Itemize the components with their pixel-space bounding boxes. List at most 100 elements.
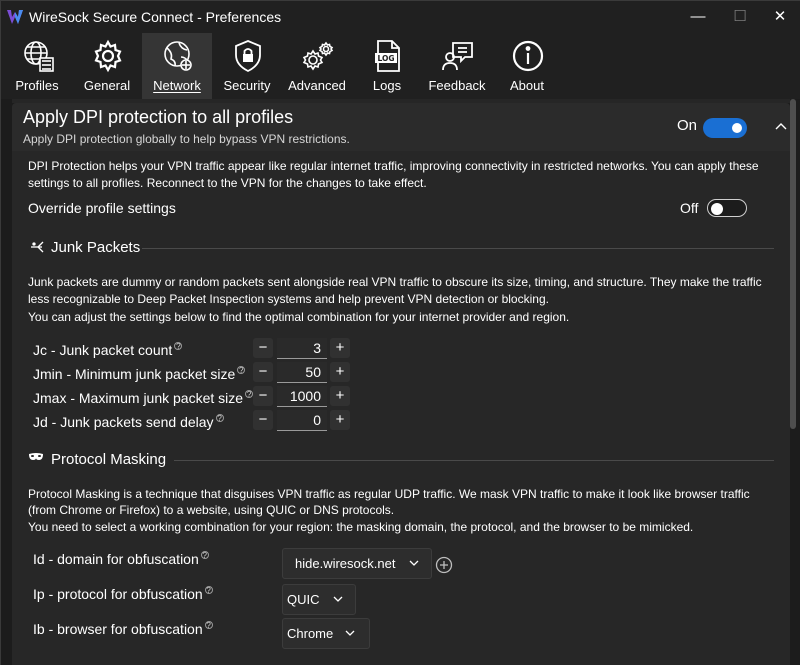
masking-description-line3: You need to select a working combination… xyxy=(28,520,694,534)
tab-advanced[interactable]: Advanced xyxy=(282,33,352,99)
domain-dropdown[interactable]: hide.wiresock.net xyxy=(282,548,432,579)
ip-label: Ip - protocol for obfuscation? xyxy=(33,586,213,602)
gears-icon xyxy=(302,41,334,71)
jmax-increment-button[interactable]: + xyxy=(330,386,350,406)
tab-network[interactable]: Network xyxy=(142,33,212,99)
override-profile-label: Override profile settings xyxy=(28,200,176,216)
junk-packets-heading: Junk Packets xyxy=(51,239,141,256)
tab-security-label: Security xyxy=(223,78,271,93)
junk-packets-divider xyxy=(142,248,774,249)
tab-about[interactable]: About xyxy=(492,33,562,99)
jd-label: Jd - Junk packets send delay? xyxy=(33,414,224,430)
gear-icon xyxy=(94,39,122,73)
feedback-icon xyxy=(442,42,473,71)
junk-description-line1: Junk packets are dummy or random packets… xyxy=(28,275,762,289)
id-label-text: Id - domain for obfuscation xyxy=(33,551,199,567)
junk-packets-icon xyxy=(31,241,44,253)
help-icon[interactable]: ? xyxy=(204,586,213,595)
help-icon[interactable]: ? xyxy=(215,414,224,423)
tab-logs-label: Logs xyxy=(372,78,402,93)
help-icon[interactable]: ? xyxy=(237,366,246,375)
protocol-masking-divider xyxy=(174,460,774,461)
vertical-scrollbar[interactable] xyxy=(790,99,796,429)
network-globe-icon xyxy=(164,41,192,71)
jd-increment-button[interactable]: + xyxy=(330,410,350,430)
mask-icon xyxy=(29,453,43,460)
jmax-value-input[interactable]: 1000 xyxy=(277,386,327,407)
close-button[interactable]: ✕ xyxy=(757,1,800,33)
jmin-label: Jmin - Minimum junk packet size? xyxy=(33,366,246,382)
help-icon[interactable]: ? xyxy=(200,551,209,560)
tab-security[interactable]: Security xyxy=(212,33,282,99)
jmax-label: Jmax - Maximum junk packet size? xyxy=(33,390,254,406)
preferences-toolbar: Profiles General Network Security Advanc… xyxy=(1,33,800,99)
jd-value-input[interactable]: 0 xyxy=(277,410,327,431)
network-settings-content: Apply DPI protection to all profiles App… xyxy=(1,99,800,665)
tab-general[interactable]: General xyxy=(72,33,142,99)
dpi-panel-header[interactable]: Apply DPI protection to all profiles App… xyxy=(12,103,790,151)
chevron-up-icon[interactable] xyxy=(774,119,788,133)
jc-value-input[interactable]: 3 xyxy=(277,338,327,359)
info-icon xyxy=(512,40,544,72)
preferences-window: WireSock Secure Connect - Preferences — … xyxy=(0,0,800,665)
jmin-label-text: Jmin - Minimum junk packet size xyxy=(33,366,236,382)
dpi-toggle-state-label: On xyxy=(677,117,698,134)
tab-profiles-label: Profiles xyxy=(15,78,59,93)
profiles-globe-icon xyxy=(24,41,54,72)
jd-decrement-button[interactable]: − xyxy=(253,410,273,430)
tab-about-label: About xyxy=(510,78,544,93)
override-profile-toggle[interactable] xyxy=(707,199,747,217)
jmax-label-text: Jmax - Maximum junk packet size xyxy=(33,390,244,406)
dpi-description-line1: DPI Protection helps your VPN traffic ap… xyxy=(28,159,759,173)
tab-advanced-label: Advanced xyxy=(288,78,346,93)
masking-description-line2: (from Chrome or Firefox) to a website, u… xyxy=(28,503,395,517)
ib-label-text: Ib - browser for obfuscation xyxy=(33,621,203,637)
svg-text:LOG: LOG xyxy=(377,54,394,63)
dpi-title: Apply DPI protection to all profiles xyxy=(23,107,294,127)
toggle-knob xyxy=(732,123,742,133)
minimize-button[interactable]: — xyxy=(675,1,721,33)
jmin-decrement-button[interactable]: − xyxy=(253,362,273,382)
junk-description-line2: less recognizable to Deep Packet Inspect… xyxy=(28,292,549,306)
help-icon[interactable]: ? xyxy=(204,621,213,630)
jmax-decrement-button[interactable]: − xyxy=(253,386,273,406)
tab-logs[interactable]: LOG Logs xyxy=(352,33,422,99)
jd-label-text: Jd - Junk packets send delay xyxy=(33,414,214,430)
help-icon[interactable]: ? xyxy=(245,390,254,399)
jmin-increment-button[interactable]: + xyxy=(330,362,350,382)
wiresock-logo-icon xyxy=(7,10,23,24)
window-title: WireSock Secure Connect - Preferences xyxy=(29,9,282,25)
domain-dropdown-value: hide.wiresock.net xyxy=(295,556,396,571)
help-icon[interactable]: ? xyxy=(174,342,183,351)
tab-feedback[interactable]: Feedback xyxy=(422,33,492,99)
shield-lock-icon xyxy=(235,40,261,73)
protocol-dropdown[interactable]: QUIC xyxy=(282,584,356,615)
junk-description-line3: You can adjust the settings below to fin… xyxy=(28,310,570,324)
toggle-knob xyxy=(711,203,723,215)
ip-label-text: Ip - protocol for obfuscation xyxy=(33,586,203,602)
title-bar: WireSock Secure Connect - Preferences — … xyxy=(1,1,800,33)
protocol-masking-heading: Protocol Masking xyxy=(51,451,167,468)
log-file-icon: LOG xyxy=(375,40,400,72)
masking-description-line1: Protocol Masking is a technique that dis… xyxy=(28,487,750,501)
tab-general-label: General xyxy=(83,78,131,93)
chevron-down-icon xyxy=(409,560,419,566)
dpi-subtitle: Apply DPI protection globally to help by… xyxy=(23,132,350,146)
chevron-down-icon xyxy=(333,596,343,602)
tab-profiles[interactable]: Profiles xyxy=(2,33,72,99)
tab-feedback-label: Feedback xyxy=(428,78,486,93)
dpi-panel-body: DPI Protection helps your VPN traffic ap… xyxy=(12,151,790,665)
dpi-toggle[interactable] xyxy=(703,118,747,138)
protocol-dropdown-value: QUIC xyxy=(287,592,320,607)
jmin-value-input[interactable]: 50 xyxy=(277,362,327,383)
override-toggle-state-label: Off xyxy=(680,200,699,216)
browser-dropdown-value: Chrome xyxy=(287,626,334,641)
ib-label: Ib - browser for obfuscation? xyxy=(33,621,213,637)
jc-label-text: Jc - Junk packet count xyxy=(33,342,173,358)
dpi-description-line2: settings to all profiles. Reconnect to t… xyxy=(28,176,427,190)
add-domain-icon[interactable] xyxy=(435,556,453,574)
jc-label: Jc - Junk packet count? xyxy=(33,342,183,358)
jc-decrement-button[interactable]: − xyxy=(253,338,273,358)
jc-increment-button[interactable]: + xyxy=(330,338,350,358)
browser-dropdown[interactable]: Chrome xyxy=(282,618,370,649)
